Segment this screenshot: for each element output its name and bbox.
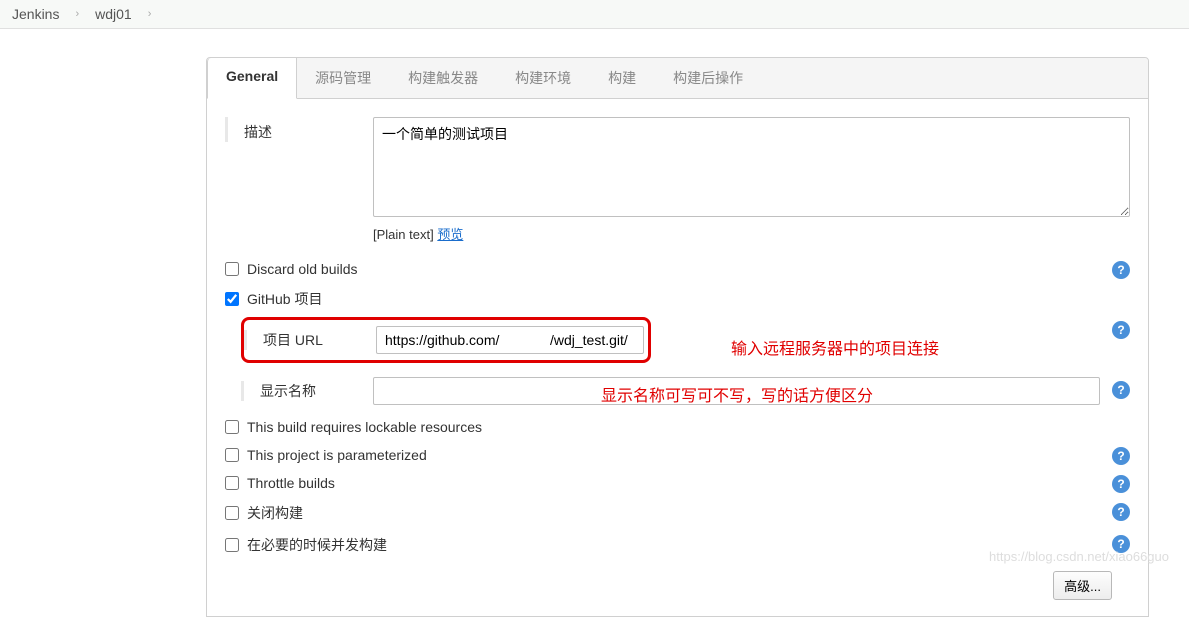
breadcrumb-jenkins[interactable]: Jenkins [12,6,59,22]
description-input[interactable]: 一个简单的测试项目 [373,117,1130,217]
breadcrumb: Jenkins › wdj01 › [0,0,1189,29]
github-project-checkbox[interactable] [225,292,239,306]
help-icon[interactable] [1112,447,1130,465]
throttle-builds-row: Throttle builds [225,471,1130,495]
throttle-builds-label: Throttle builds [247,475,335,491]
help-icon[interactable] [1112,475,1130,493]
throttle-builds-checkbox[interactable] [225,476,239,490]
config-panel: General 源码管理 构建触发器 构建环境 构建 构建后操作 描述 一个简单… [206,57,1149,617]
displayname-annotation: 显示名称可写可不写，写的话方便区分 [601,382,873,406]
github-project-label: GitHub 项目 [247,289,322,309]
tab-scm[interactable]: 源码管理 [297,58,390,98]
discard-old-builds-row: Discard old builds [225,257,1130,281]
url-highlight-box: 项目 URL [241,317,651,363]
lockable-resources-label: This build requires lockable resources [247,419,482,435]
project-url-label: 项目 URL [244,330,376,350]
tab-triggers[interactable]: 构建触发器 [390,58,497,98]
project-url-input[interactable] [376,326,644,354]
concurrent-build-label: 在必要的时候并发构建 [247,535,387,555]
disable-build-label: 关闭构建 [247,503,303,523]
help-icon[interactable] [1112,535,1130,553]
lockable-resources-checkbox[interactable] [225,420,239,434]
breadcrumb-job[interactable]: wdj01 [95,6,132,22]
tab-postbuild[interactable]: 构建后操作 [655,58,762,98]
tab-build[interactable]: 构建 [590,58,655,98]
discard-old-builds-checkbox[interactable] [225,262,239,276]
advanced-button[interactable]: 高级... [1053,571,1112,600]
help-icon[interactable] [1112,503,1130,521]
description-row: 描述 一个简单的测试项目 [Plain text] 预览 [225,117,1130,243]
plain-text-label: [Plain text] [373,227,434,242]
help-icon[interactable] [1112,261,1130,279]
concurrent-build-checkbox[interactable] [225,538,239,552]
help-icon[interactable] [1112,381,1130,399]
tab-general[interactable]: General [207,58,297,99]
lockable-resources-row: This build requires lockable resources [225,415,1130,439]
parameterized-checkbox[interactable] [225,448,239,462]
chevron-right-icon: › [75,8,79,20]
help-icon[interactable] [1112,321,1130,339]
url-annotation: 输入远程服务器中的项目连接 [731,335,939,359]
disable-build-row: 关闭构建 [225,499,1130,527]
github-project-row: GitHub 项目 [225,285,1130,313]
discard-old-builds-label: Discard old builds [247,261,358,277]
description-label: 描述 [225,117,373,142]
parameterized-label: This project is parameterized [247,447,427,463]
form-body: 描述 一个简单的测试项目 [Plain text] 预览 Discard old… [207,99,1148,600]
display-name-label: 显示名称 [241,381,373,401]
config-tabs: General 源码管理 构建触发器 构建环境 构建 构建后操作 [207,58,1148,99]
disable-build-checkbox[interactable] [225,506,239,520]
parameterized-row: This project is parameterized [225,443,1130,467]
preview-link[interactable]: 预览 [437,227,463,242]
concurrent-build-row: 在必要的时候并发构建 [225,531,1130,559]
chevron-right-icon: › [148,8,152,20]
tab-environment[interactable]: 构建环境 [497,58,590,98]
